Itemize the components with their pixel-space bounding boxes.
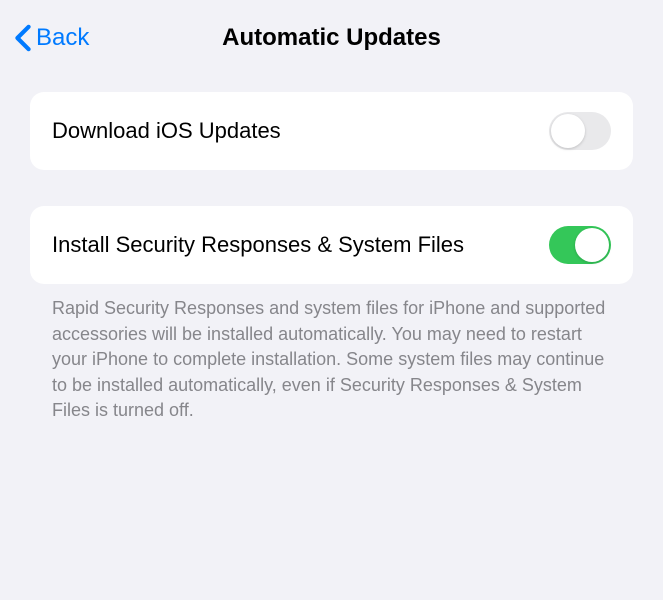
back-label: Back xyxy=(36,24,89,52)
content: Download iOS Updates Install Security Re… xyxy=(0,70,663,424)
toggle-knob xyxy=(551,114,585,148)
back-button[interactable]: Back xyxy=(14,24,89,52)
chevron-left-icon xyxy=(14,24,32,52)
nav-header: Back Automatic Updates xyxy=(0,0,663,70)
page-title: Automatic Updates xyxy=(18,24,645,52)
row-install-security-responses[interactable]: Install Security Responses & System File… xyxy=(30,206,633,284)
toggle-knob xyxy=(575,228,609,262)
row-label: Download iOS Updates xyxy=(52,116,281,146)
group-security: Install Security Responses & System File… xyxy=(30,206,633,424)
toggle-install-security-responses[interactable] xyxy=(549,226,611,264)
group-footer-text: Rapid Security Responses and system file… xyxy=(30,284,633,424)
row-label: Install Security Responses & System File… xyxy=(52,230,464,260)
toggle-download-ios-updates[interactable] xyxy=(549,112,611,150)
group-download: Download iOS Updates xyxy=(30,92,633,170)
row-download-ios-updates[interactable]: Download iOS Updates xyxy=(30,92,633,170)
